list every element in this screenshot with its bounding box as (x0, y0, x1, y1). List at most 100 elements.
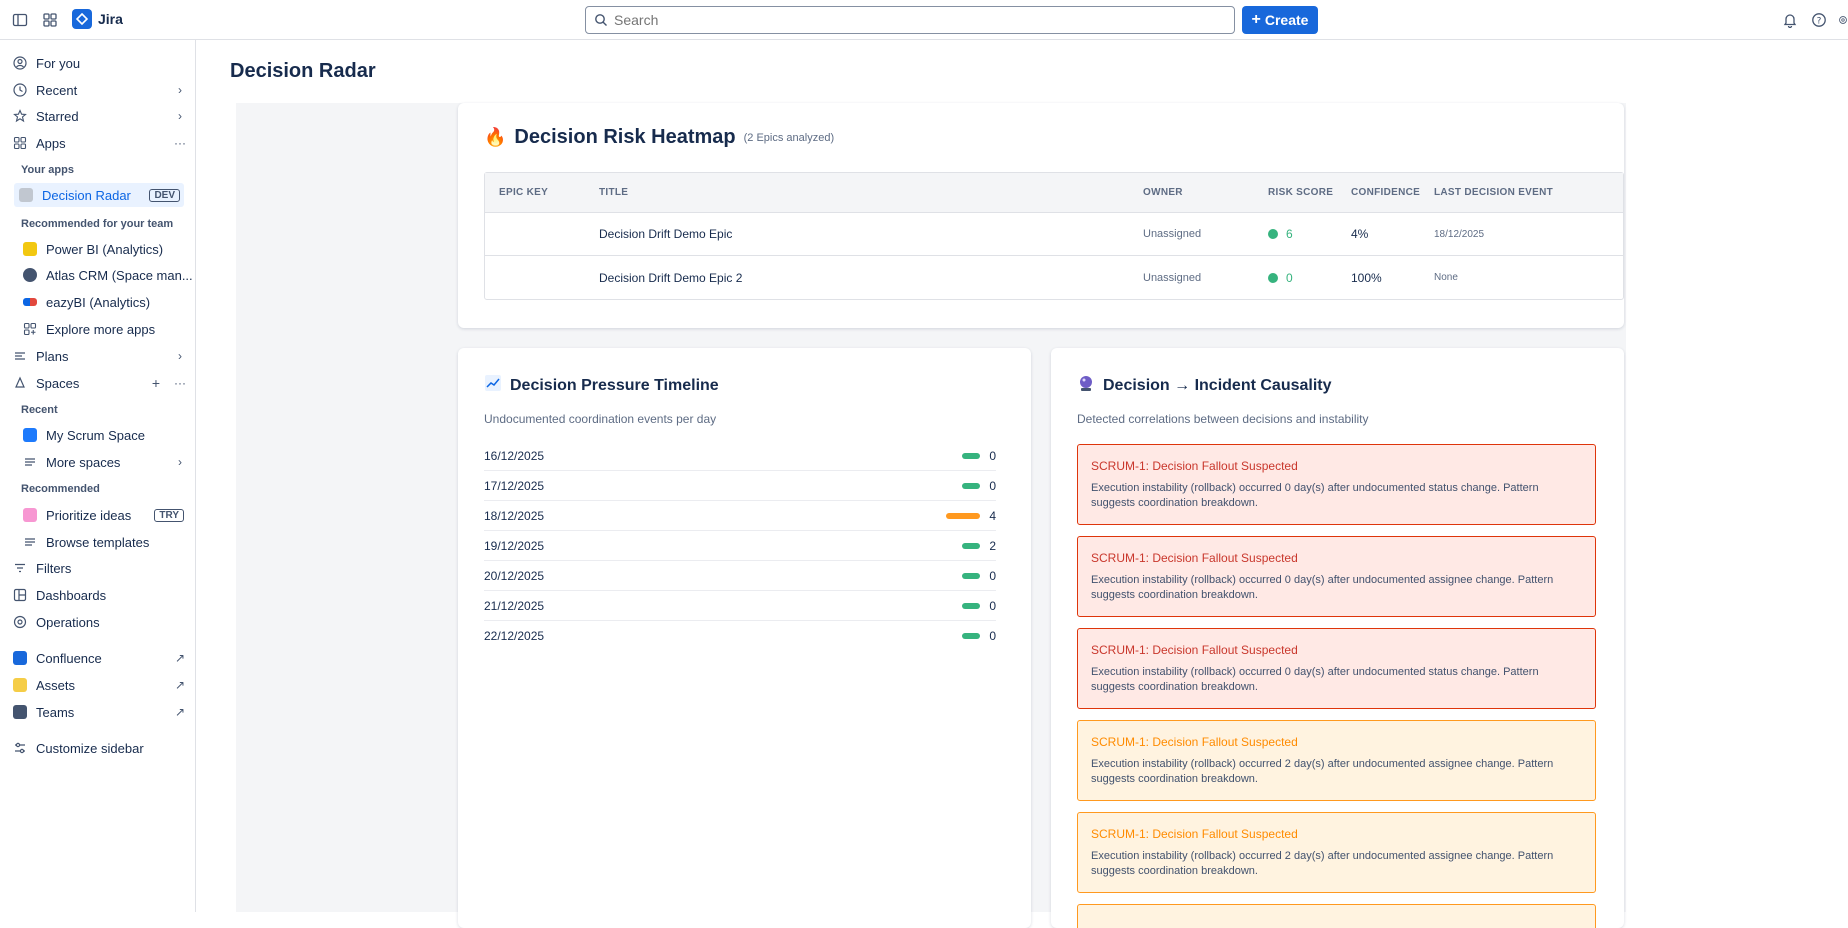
sidebar-item-more-spaces[interactable]: More spaces › (18, 450, 188, 474)
sidebar-item-decision-radar[interactable]: Decision Radar DEV (14, 183, 184, 207)
sidebar-item-assets[interactable]: Assets ↗ (8, 673, 188, 697)
table-header: EPIC KEY TITLE OWNER RISK SCORE CONFIDEN… (485, 173, 1623, 213)
recommended-heading: Recommended (21, 483, 100, 495)
timeline-subtitle: Undocumented coordination events per day (484, 412, 717, 426)
heatmap-table: EPIC KEY TITLE OWNER RISK SCORE CONFIDEN… (484, 172, 1624, 300)
sidebar-item-customize[interactable]: Customize sidebar (8, 736, 188, 760)
more-actions-icon[interactable]: ··· (172, 376, 188, 390)
confidence-cell: 100% (1351, 270, 1382, 285)
heatmap-subtitle: (2 Epics analyzed) (743, 131, 835, 144)
timeline-date: 17/12/2025 (484, 478, 545, 493)
timeline-count: 2 (989, 538, 996, 553)
sidebar-item-recent[interactable]: Recent › (8, 78, 188, 102)
sidebar-item-my-scrum-space[interactable]: My Scrum Space (18, 423, 198, 447)
sidebar-item-prioritize-ideas[interactable]: Prioritize ideas TRY (18, 503, 188, 527)
timeline-count: 0 (989, 568, 996, 583)
sidebar-item-atlas-crm[interactable]: Atlas CRM (Space man... (18, 263, 198, 287)
clock-icon (12, 82, 28, 98)
jira-logo[interactable]: Jira (72, 9, 123, 29)
timeline-bar (962, 453, 980, 459)
search-icon (595, 14, 607, 26)
sidebar-item-label: Browse templates (46, 534, 150, 550)
causality-alert[interactable]: SCRUM-1: Decision Fallout Suspected Exec… (1077, 536, 1596, 617)
risk-score-value: 6 (1286, 227, 1293, 241)
sidebar-item-filters[interactable]: Filters (8, 556, 188, 580)
chevron-right-icon[interactable]: › (172, 83, 188, 97)
help-icon[interactable]: ? (1809, 10, 1829, 30)
timeline-title-row: Decision Pressure Timeline (484, 374, 719, 397)
sidebar-item-label: Filters (36, 560, 72, 576)
app-switcher-icon[interactable] (40, 10, 60, 30)
alert-title: SCRUM-1: Decision Fallout Suspected (1091, 459, 1298, 473)
sidebar-item-label: Starred (36, 108, 79, 124)
list-icon (22, 534, 38, 550)
sidebar-item-teams[interactable]: Teams ↗ (8, 700, 188, 724)
timeline-count: 0 (989, 598, 996, 613)
sidebar: For you Recent › Starred › Apps ··· Your… (0, 40, 196, 912)
heatmap-card: 🔥 Decision Risk Heatmap (2 Epics analyze… (458, 103, 1624, 328)
search-field[interactable] (585, 6, 1235, 34)
causality-alert[interactable]: SCRUM-1: Decision Fallout Suspected Exec… (1077, 628, 1596, 709)
list-icon (22, 454, 38, 470)
sidebar-item-label: Customize sidebar (36, 740, 144, 756)
sidebar-item-dashboards[interactable]: Dashboards (8, 583, 188, 607)
atlas-crm-icon (22, 267, 38, 283)
column-header: RISK SCORE (1268, 187, 1334, 198)
alert-title: SCRUM-1: Decision Fallout Suspected (1091, 551, 1298, 565)
plans-icon (12, 348, 28, 364)
table-row[interactable]: Decision Drift Demo Epic 2 Unassigned 0 … (485, 256, 1623, 299)
causality-alert[interactable]: SCRUM-1: Decision Fallout Suspected Exec… (1077, 720, 1596, 801)
sidebar-item-label: Power BI (Analytics) (46, 241, 164, 257)
timeline-row: 21/12/2025 0 (484, 591, 996, 621)
notifications-icon[interactable] (1780, 10, 1800, 30)
sidebar-item-plans[interactable]: Plans › (8, 344, 188, 368)
sidebar-item-eazybi[interactable]: eazyBI (Analytics) (18, 290, 198, 314)
timeline-count: 0 (989, 629, 996, 643)
sidebar-item-confluence[interactable]: Confluence ↗ (8, 646, 188, 670)
timeline-count: 4 (989, 508, 996, 523)
eazybi-icon (22, 294, 38, 310)
causality-alert[interactable]: SCRUM-1: Decision Fallout Suspected Exec… (1077, 444, 1596, 525)
create-button[interactable]: + Create (1242, 6, 1318, 34)
last-event-cell: None (1434, 272, 1458, 283)
causality-alert-partial[interactable] (1077, 904, 1596, 928)
settings-icon[interactable] (1838, 10, 1848, 30)
chevron-right-icon[interactable]: › (172, 109, 188, 123)
column-header: CONFIDENCE (1351, 187, 1421, 198)
alert-title: SCRUM-1: Decision Fallout Suspected (1091, 735, 1298, 749)
sidebar-toggle-icon[interactable] (10, 10, 30, 30)
sidebar-item-spaces[interactable]: Spaces + ··· (8, 371, 188, 395)
sidebar-item-starred[interactable]: Starred › (8, 104, 188, 128)
sidebar-item-for-you[interactable]: For you (8, 51, 188, 75)
chevron-right-icon[interactable]: › (172, 455, 188, 469)
sidebar-item-apps[interactable]: Apps ··· (8, 131, 188, 155)
causality-title: Decision → Incident Causality (1103, 376, 1332, 394)
plus-icon: + (1251, 11, 1261, 28)
sidebar-item-power-bi[interactable]: Power BI (Analytics) (18, 237, 198, 261)
causality-subtitle: Detected correlations between decisions … (1077, 412, 1369, 426)
chevron-right-icon[interactable]: › (172, 349, 188, 363)
teams-icon (12, 704, 28, 720)
fire-icon: 🔥 (484, 127, 507, 147)
more-actions-icon[interactable]: ··· (172, 136, 188, 150)
apps-icon (22, 321, 38, 337)
alert-body: Execution instability (rollback) occurre… (1091, 482, 1539, 509)
alert-body: Execution instability (rollback) occurre… (1091, 574, 1554, 601)
sidebar-item-label: Prioritize ideas (46, 507, 132, 523)
sidebar-item-label: Atlas CRM (Space man... (46, 267, 193, 283)
timeline-count: 0 (989, 478, 996, 493)
owner-cell: Unassigned (1143, 271, 1202, 284)
search-input[interactable] (614, 12, 1234, 28)
assets-icon (12, 677, 28, 693)
timeline-date: 19/12/2025 (484, 538, 545, 553)
sidebar-item-explore-apps[interactable]: Explore more apps (18, 317, 198, 341)
column-header: EPIC KEY (499, 187, 549, 198)
table-row[interactable]: Decision Drift Demo Epic Unassigned 6 4%… (485, 213, 1623, 256)
causality-alert[interactable]: SCRUM-1: Decision Fallout Suspected Exec… (1077, 812, 1596, 893)
sidebar-item-browse-templates[interactable]: Browse templates (18, 530, 198, 554)
add-space-icon[interactable]: + (148, 375, 164, 391)
sidebar-item-operations[interactable]: Operations (8, 610, 188, 634)
risk-score-value: 0 (1286, 270, 1293, 285)
sidebar-item-label: My Scrum Space (46, 427, 145, 443)
sidebar-item-label: Dashboards (36, 587, 107, 603)
